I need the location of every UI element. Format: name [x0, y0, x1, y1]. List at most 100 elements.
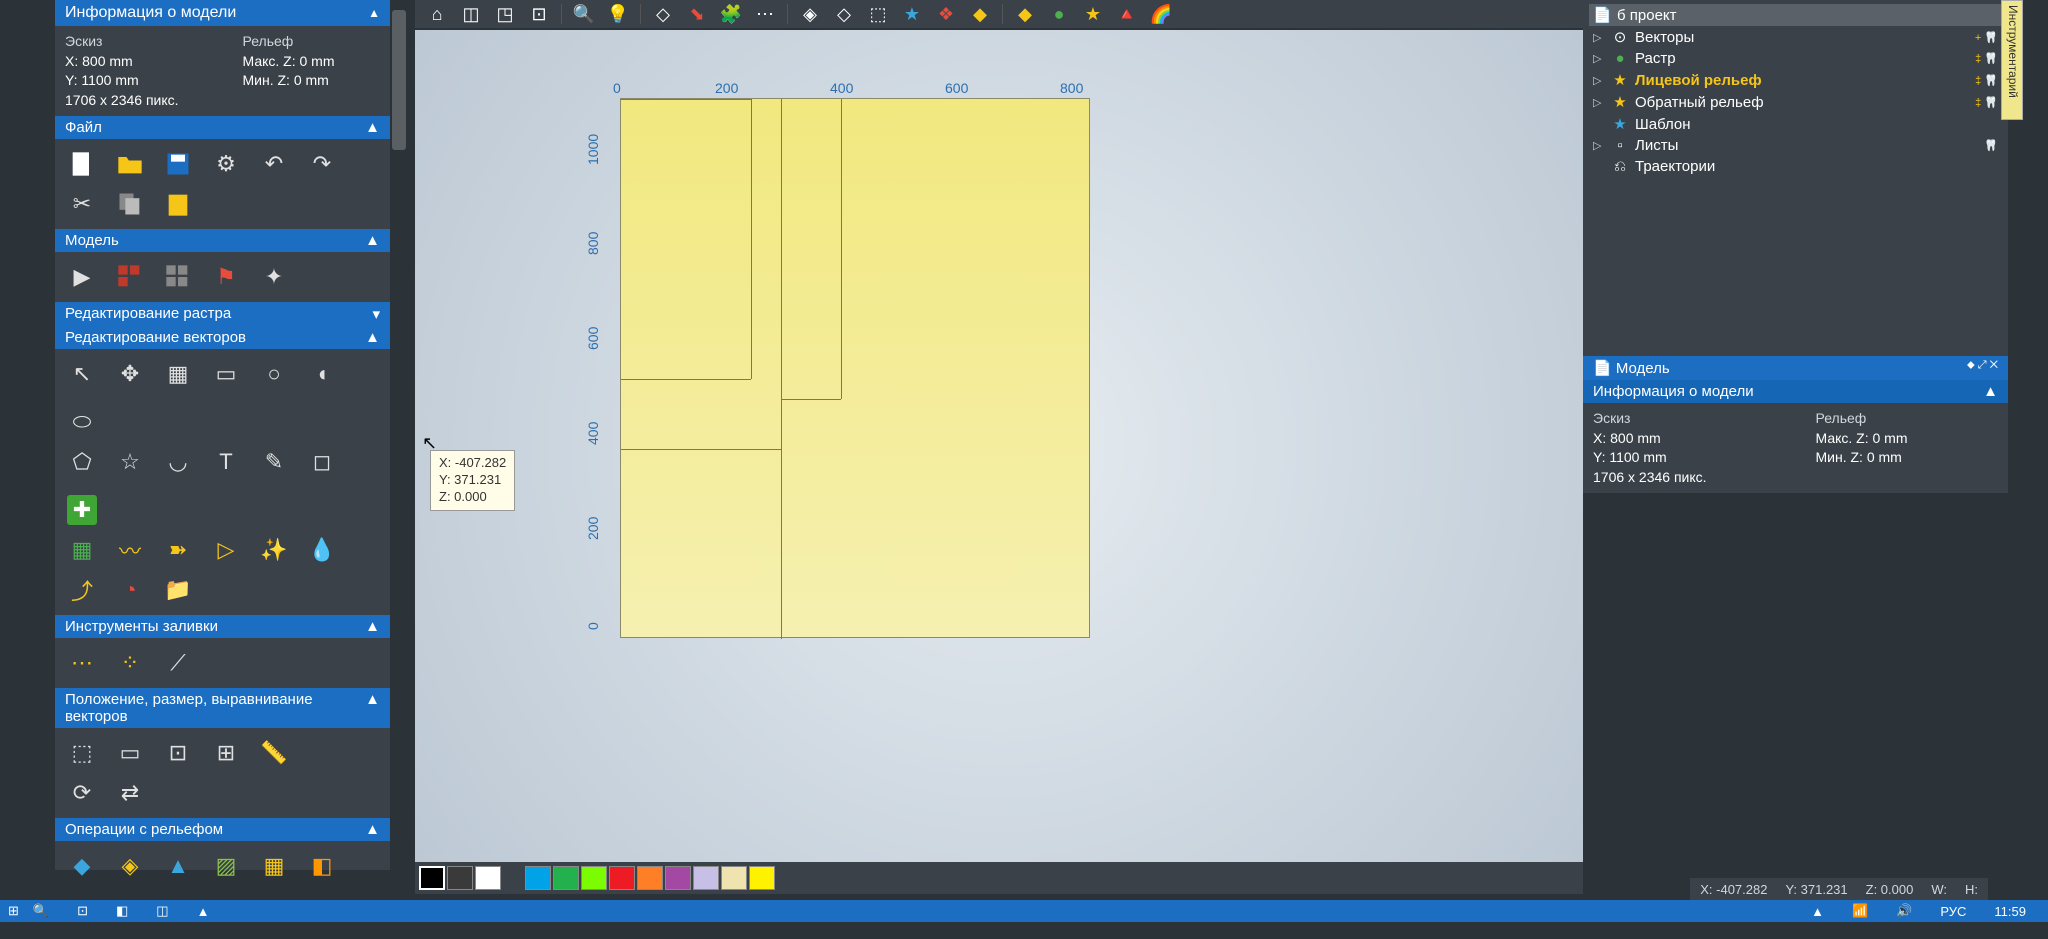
- rounded-rect-icon[interactable]: ◖: [307, 359, 337, 389]
- paste-icon[interactable]: [163, 189, 193, 219]
- fill-path-icon[interactable]: ⟋: [163, 648, 193, 678]
- curve-edit-icon[interactable]: 〰: [115, 535, 145, 565]
- fill-dots-icon[interactable]: ⁘: [115, 648, 145, 678]
- arrow-curve-icon[interactable]: ➽: [163, 535, 193, 565]
- text-icon[interactable]: T: [211, 447, 241, 477]
- color-swatch[interactable]: [581, 866, 607, 890]
- color-swatch[interactable]: [475, 866, 501, 890]
- expand-icon[interactable]: ▷: [1593, 96, 1605, 109]
- save-icon[interactable]: [163, 149, 193, 179]
- relief-diamond-icon[interactable]: ◆: [67, 851, 97, 881]
- layers-icon[interactable]: ❖: [934, 2, 958, 26]
- app-icon[interactable]: ▲: [197, 904, 210, 919]
- tree-sheets[interactable]: ▷ ▫ Листы 🦷: [1589, 135, 2002, 156]
- axis-icon[interactable]: ⬊: [685, 2, 709, 26]
- app-icon[interactable]: ◫: [156, 903, 168, 919]
- zoom-icon[interactable]: 🔍: [572, 2, 596, 26]
- app-icon[interactable]: ◧: [116, 903, 128, 919]
- color-swatch[interactable]: [637, 866, 663, 890]
- color-swatch[interactable]: [419, 866, 445, 890]
- taskview-icon[interactable]: ⊡: [77, 903, 88, 919]
- arc-icon[interactable]: ◡: [163, 447, 193, 477]
- color-swatch[interactable]: [447, 866, 473, 890]
- triangle-icon[interactable]: ▷: [211, 535, 241, 565]
- puzzle-icon[interactable]: ▦: [67, 535, 97, 565]
- color-swatch[interactable]: [749, 866, 775, 890]
- canvas-viewport[interactable]: 0 200 400 600 800 0 200 400 600 800 1000: [415, 30, 1583, 862]
- layer-icon[interactable]: ◇: [651, 2, 675, 26]
- home-icon[interactable]: ⌂: [425, 2, 449, 26]
- fill-nodes-icon[interactable]: ⋯: [67, 648, 97, 678]
- ellipse-icon[interactable]: ⬭: [67, 407, 97, 437]
- model-info-header[interactable]: Информация о модели ▲: [55, 0, 390, 26]
- star-shape-icon[interactable]: ☆: [115, 447, 145, 477]
- rectangle-icon[interactable]: ▭: [211, 359, 241, 389]
- select-arrow-icon[interactable]: ↖: [67, 359, 97, 389]
- measure-icon[interactable]: 📏: [259, 738, 289, 768]
- toolbox-vertical-tab[interactable]: Инструментарий: [2001, 0, 2023, 120]
- redo-icon[interactable]: ↷: [307, 149, 337, 179]
- clock[interactable]: 11:59: [1994, 904, 2026, 919]
- raster-edit-header[interactable]: Редактирование растра ▾: [55, 302, 390, 326]
- arrow-tool-icon[interactable]: ▶: [67, 262, 97, 292]
- scrollbar-thumb[interactable]: [392, 10, 406, 150]
- new-file-icon[interactable]: [67, 149, 97, 179]
- circle-icon[interactable]: ○: [259, 359, 289, 389]
- expand-icon[interactable]: ▷: [1593, 31, 1605, 44]
- shape-icon[interactable]: ◻: [307, 447, 337, 477]
- add-icon[interactable]: ✚: [67, 495, 97, 525]
- blue-star-icon[interactable]: ★: [900, 2, 924, 26]
- relief-weave-icon[interactable]: ▦: [259, 851, 289, 881]
- expand-icon[interactable]: ▷: [1593, 52, 1605, 65]
- iso3-icon[interactable]: ⬚: [866, 2, 890, 26]
- relief-shape-icon[interactable]: ◈: [115, 851, 145, 881]
- relief-ops-header[interactable]: Операции с рельефом ▲: [55, 818, 390, 841]
- language-indicator[interactable]: РУС: [1940, 904, 1966, 919]
- expand-icon[interactable]: ▷: [1593, 74, 1605, 87]
- settings-gear-icon[interactable]: ⚙: [211, 149, 241, 179]
- polygon-icon[interactable]: ⬠: [67, 447, 97, 477]
- undo-icon[interactable]: ↶: [259, 149, 289, 179]
- model-info-header-right[interactable]: Информация о модели ▲: [1583, 380, 2008, 403]
- view-cube-icon[interactable]: ◳: [493, 2, 517, 26]
- model-header[interactable]: Модель ▲: [55, 229, 390, 252]
- pyramid-icon[interactable]: 🔺: [1115, 2, 1139, 26]
- iso2-icon[interactable]: ◇: [832, 2, 856, 26]
- bezier-icon[interactable]: ✎: [259, 447, 289, 477]
- vector-edit-header[interactable]: Редактирование векторов ▲: [55, 326, 390, 349]
- panel-controls[interactable]: ⬥ ⤢ ✕: [1967, 359, 1998, 377]
- align-tool-icon[interactable]: ⬚: [67, 738, 97, 768]
- folder-tool-icon[interactable]: 📁: [163, 575, 193, 605]
- wifi-icon[interactable]: 📶: [1852, 903, 1868, 919]
- tree-back-relief[interactable]: ▷ ★ Обратный рельеф ‡ 🦷: [1589, 91, 2002, 113]
- move-icon[interactable]: ✥: [115, 359, 145, 389]
- tree-face-relief[interactable]: ▷ ★ Лицевой рельеф ‡ 🦷: [1589, 69, 2002, 91]
- color-swatch[interactable]: [721, 866, 747, 890]
- mirror-icon[interactable]: ⇄: [115, 778, 145, 808]
- spacing-icon[interactable]: ⊡: [163, 738, 193, 768]
- curve-icon[interactable]: ⤴: [67, 575, 97, 605]
- arc-tool-icon[interactable]: ◔: [115, 575, 145, 605]
- tree-project[interactable]: 📄 б проект: [1589, 4, 2002, 26]
- warp-grid-icon[interactable]: ▦: [163, 359, 193, 389]
- color-swatch[interactable]: [525, 866, 551, 890]
- iso1-icon[interactable]: ◈: [798, 2, 822, 26]
- tree-template[interactable]: ★ Шаблон: [1589, 113, 2002, 135]
- windows-taskbar[interactable]: ⊞ 🔍 ⊡ ◧ ◫ ▲ ▲ 📶 🔊 РУС 11:59: [0, 900, 2048, 922]
- copy-icon[interactable]: [115, 189, 145, 219]
- workpiece[interactable]: [620, 98, 1090, 638]
- color-swatch[interactable]: [553, 866, 579, 890]
- flag-tool-icon[interactable]: ⚑: [211, 262, 241, 292]
- view-fit-icon[interactable]: ⊡: [527, 2, 551, 26]
- stack-icon[interactable]: ◆: [968, 2, 992, 26]
- drop-icon[interactable]: 💧: [307, 535, 337, 565]
- tree-vectors[interactable]: ▷ ⊙ Векторы + 🦷: [1589, 26, 2002, 48]
- relief-cube-icon[interactable]: ◧: [307, 851, 337, 881]
- rainbow-icon[interactable]: 🌈: [1149, 2, 1173, 26]
- color-swatch[interactable]: [693, 866, 719, 890]
- cut-icon[interactable]: ✂: [67, 189, 97, 219]
- light-icon[interactable]: 💡: [606, 2, 630, 26]
- center-icon[interactable]: ⊞: [211, 738, 241, 768]
- left-scrollbar[interactable]: [390, 0, 408, 870]
- resize-tool-icon[interactable]: [163, 262, 193, 292]
